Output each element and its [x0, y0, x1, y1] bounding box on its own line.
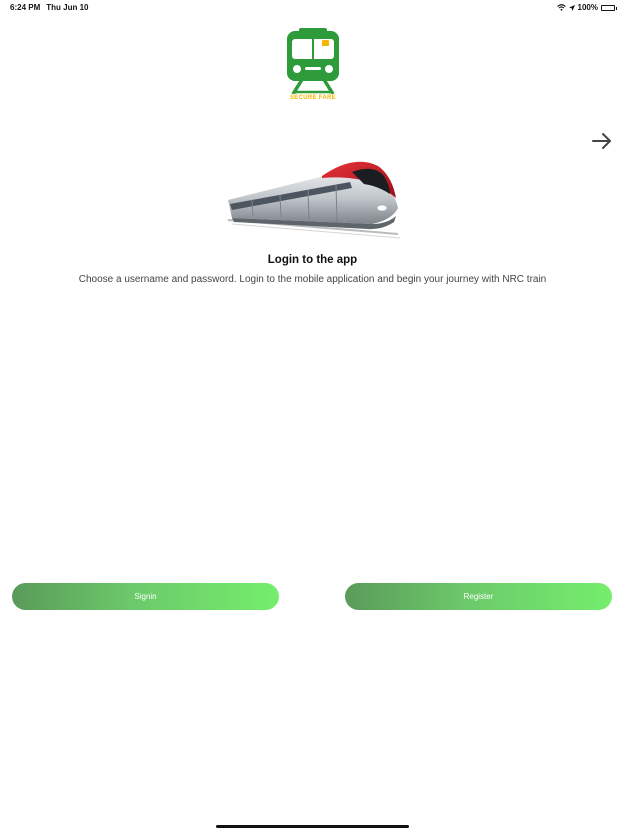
status-time: 6:24 PM [10, 3, 41, 12]
status-right: 100% [556, 3, 617, 12]
signin-button[interactable]: Signin [12, 583, 279, 610]
status-bar: 6:24 PM Thu Jun 10 100% [0, 0, 625, 16]
logo-text: SECURE FARE [290, 95, 336, 101]
register-button[interactable]: Register [345, 583, 612, 610]
battery-percentage: 100% [577, 3, 598, 12]
location-icon [568, 4, 575, 11]
arrow-right-icon [592, 133, 611, 149]
status-date: Thu Jun 10 [46, 3, 89, 12]
status-left: 6:24 PM Thu Jun 10 [10, 3, 88, 12]
train-logo-icon [287, 28, 339, 95]
train-illustration [222, 138, 404, 248]
wifi-icon [556, 4, 566, 11]
battery-icon [601, 4, 617, 11]
app-logo: SECURE FARE [284, 28, 342, 106]
onboarding-description: Choose a username and password. Login to… [78, 274, 547, 285]
next-button[interactable] [590, 130, 614, 152]
home-indicator[interactable] [216, 825, 409, 828]
onboarding-title: Login to the app [267, 254, 358, 266]
